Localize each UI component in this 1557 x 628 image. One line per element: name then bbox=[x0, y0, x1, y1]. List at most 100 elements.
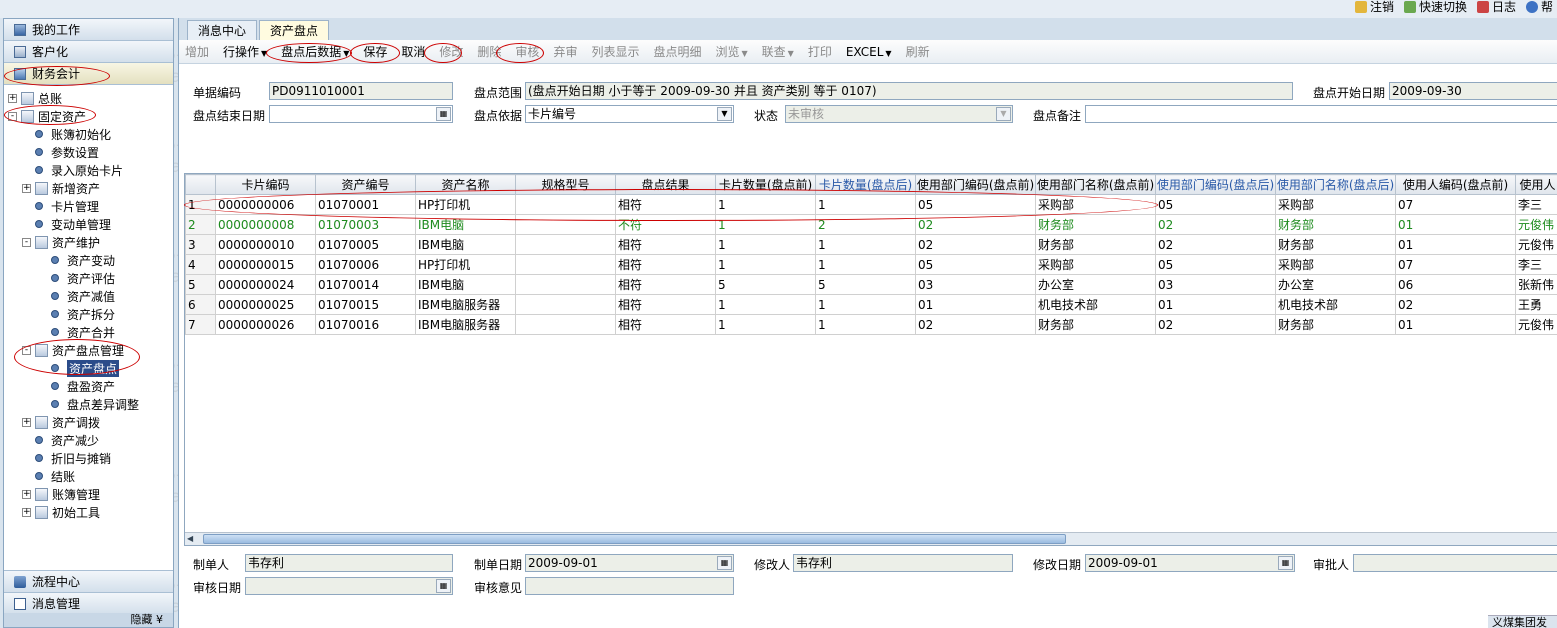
table-cell[interactable]: 05 bbox=[1155, 254, 1276, 275]
tree-item[interactable]: 盘盈资产 bbox=[4, 377, 173, 395]
tree-item[interactable]: 资产减少 bbox=[4, 431, 173, 449]
toolbar-button-10[interactable]: 盘点明细 bbox=[653, 43, 701, 60]
table-cell[interactable]: 01070014 bbox=[315, 274, 416, 295]
table-cell[interactable]: 5 bbox=[715, 274, 816, 295]
audit-date-field[interactable]: ▦ bbox=[245, 577, 453, 595]
row-number[interactable]: 2 bbox=[185, 214, 216, 235]
table-row[interactable]: 4 0000000015 01070006 HP打印机 相符 1 1 05 采购部 05 采购部 07… bbox=[185, 254, 1557, 275]
audit-opinion-field[interactable] bbox=[525, 577, 734, 595]
nav-section-2[interactable]: 财务会计 bbox=[4, 63, 173, 85]
tree-item[interactable]: - 资产盘点管理 bbox=[4, 341, 173, 359]
table-cell[interactable]: 06 bbox=[1395, 274, 1516, 295]
table-cell[interactable]: 1 bbox=[815, 234, 916, 255]
expand-icon[interactable]: + bbox=[22, 489, 31, 499]
end-date-field[interactable]: ▦ bbox=[269, 105, 453, 123]
table-cell[interactable]: 相符 bbox=[615, 194, 716, 215]
table-cell[interactable]: 机电技术部 bbox=[1275, 294, 1396, 315]
table-cell[interactable]: IBM电脑 bbox=[415, 274, 516, 295]
toolbar-button-3[interactable]: 保存 bbox=[363, 43, 387, 60]
toolbar-button-1[interactable]: 行操作 ▼ bbox=[223, 43, 267, 60]
table-cell[interactable]: 办公室 bbox=[1035, 274, 1156, 295]
table-cell[interactable]: 相符 bbox=[615, 314, 716, 335]
table-cell[interactable]: 03 bbox=[1155, 274, 1276, 295]
table-cell[interactable]: 0000000026 bbox=[215, 314, 316, 335]
table-cell[interactable] bbox=[515, 234, 616, 255]
collapse-icon[interactable]: - bbox=[8, 111, 17, 121]
tree-item[interactable]: 资产合并 bbox=[4, 323, 173, 341]
top-link-1[interactable]: 快速切换 bbox=[1403, 0, 1467, 14]
table-cell[interactable] bbox=[515, 214, 616, 235]
table-cell[interactable]: 1 bbox=[815, 294, 916, 315]
table-cell[interactable]: 张新伟 bbox=[1515, 274, 1557, 295]
table-row[interactable]: 3 0000000010 01070005 IBM电脑 相符 1 1 02 财务部 02 财务部 01… bbox=[185, 234, 1557, 255]
table-cell[interactable]: 财务部 bbox=[1275, 234, 1396, 255]
table-cell[interactable]: 相符 bbox=[615, 294, 716, 315]
table-cell[interactable]: 01 bbox=[915, 294, 1036, 315]
tree-item[interactable]: + 初始工具 bbox=[4, 503, 173, 521]
tab-1[interactable]: 资产盘点 bbox=[259, 20, 330, 40]
tree-item[interactable]: + 总账 bbox=[4, 89, 173, 107]
tree-item[interactable]: 参数设置 bbox=[4, 143, 173, 161]
table-cell[interactable] bbox=[515, 254, 616, 275]
table-cell[interactable]: 1 bbox=[815, 194, 916, 215]
table-cell[interactable]: 01 bbox=[1155, 294, 1276, 315]
nav-section-1[interactable]: 客户化 bbox=[4, 41, 173, 63]
toolbar-button-15[interactable]: 刷新 bbox=[906, 43, 930, 60]
table-cell[interactable]: 财务部 bbox=[1035, 314, 1156, 335]
collapse-icon[interactable]: - bbox=[22, 237, 31, 247]
table-cell[interactable]: 01 bbox=[1395, 234, 1516, 255]
make-date-field[interactable]: 2009-09-01 ▦ bbox=[525, 554, 734, 572]
tree-item[interactable]: 资产评估 bbox=[4, 269, 173, 287]
table-cell[interactable]: 1 bbox=[715, 234, 816, 255]
table-cell[interactable]: IBM电脑 bbox=[415, 214, 516, 235]
doc-no-field[interactable]: PD0911010001 bbox=[269, 82, 453, 100]
chevron-down-icon[interactable]: ▼ bbox=[996, 107, 1011, 121]
tree-item[interactable]: 折旧与摊销 bbox=[4, 449, 173, 467]
table-row[interactable]: 1 0000000006 01070001 HP打印机 相符 1 1 05 采购部 05 采购部 07… bbox=[185, 194, 1557, 215]
table-cell[interactable]: 0000000015 bbox=[215, 254, 316, 275]
table-cell[interactable]: 01070006 bbox=[315, 254, 416, 275]
table-row[interactable]: 5 0000000024 01070014 IBM电脑 相符 5 5 03 办公室 03 办公室 06… bbox=[185, 274, 1557, 295]
table-cell[interactable]: 采购部 bbox=[1035, 194, 1156, 215]
table-cell[interactable]: IBM电脑服务器 bbox=[415, 294, 516, 315]
toolbar-button-11[interactable]: 浏览 ▼ bbox=[715, 43, 747, 60]
table-cell[interactable]: 05 bbox=[915, 194, 1036, 215]
hide-sidebar-button[interactable]: 隐藏 ¥ bbox=[4, 613, 173, 627]
table-cell[interactable]: 01070005 bbox=[315, 234, 416, 255]
expand-icon[interactable]: + bbox=[22, 183, 31, 193]
table-cell[interactable]: 采购部 bbox=[1035, 254, 1156, 275]
tree-item[interactable]: 录入原始卡片 bbox=[4, 161, 173, 179]
table-cell[interactable]: 办公室 bbox=[1275, 274, 1396, 295]
table-cell[interactable] bbox=[515, 194, 616, 215]
table-cell[interactable]: 0000000008 bbox=[215, 214, 316, 235]
tree-item[interactable]: - 资产维护 bbox=[4, 233, 173, 251]
table-cell[interactable]: 01 bbox=[1395, 314, 1516, 335]
tree-item[interactable]: 盘点差异调整 bbox=[4, 395, 173, 413]
table-cell[interactable]: 1 bbox=[715, 314, 816, 335]
tree-item[interactable]: + 账簿管理 bbox=[4, 485, 173, 503]
table-cell[interactable]: 采购部 bbox=[1275, 194, 1396, 215]
table-cell[interactable]: 1 bbox=[815, 314, 916, 335]
table-cell[interactable]: 财务部 bbox=[1035, 234, 1156, 255]
scroll-left-icon[interactable]: ◀ bbox=[187, 534, 199, 544]
tree-item[interactable]: 资产盘点 bbox=[4, 359, 173, 377]
table-cell[interactable]: 0000000024 bbox=[215, 274, 316, 295]
maker-field[interactable]: 韦存利 bbox=[245, 554, 453, 572]
table-cell[interactable]: 02 bbox=[1155, 214, 1276, 235]
table-cell[interactable]: 2 bbox=[815, 214, 916, 235]
scroll-thumb[interactable] bbox=[203, 534, 1066, 544]
modifier-field[interactable]: 韦存利 bbox=[793, 554, 1013, 572]
expand-icon[interactable]: + bbox=[8, 93, 17, 103]
table-cell[interactable]: 0000000025 bbox=[215, 294, 316, 315]
table-cell[interactable]: HP打印机 bbox=[415, 254, 516, 275]
table-cell[interactable]: 02 bbox=[915, 314, 1036, 335]
row-number[interactable]: 6 bbox=[185, 294, 216, 315]
toolbar-button-9[interactable]: 列表显示 bbox=[591, 43, 639, 60]
table-cell[interactable]: 不符 bbox=[615, 214, 716, 235]
table-cell[interactable]: 1 bbox=[715, 294, 816, 315]
table-cell[interactable]: 03 bbox=[915, 274, 1036, 295]
table-cell[interactable]: 0000000006 bbox=[215, 194, 316, 215]
table-cell[interactable]: 01070003 bbox=[315, 214, 416, 235]
table-cell[interactable]: 02 bbox=[915, 234, 1036, 255]
start-date-field[interactable]: 2009-09-30 bbox=[1389, 82, 1557, 100]
